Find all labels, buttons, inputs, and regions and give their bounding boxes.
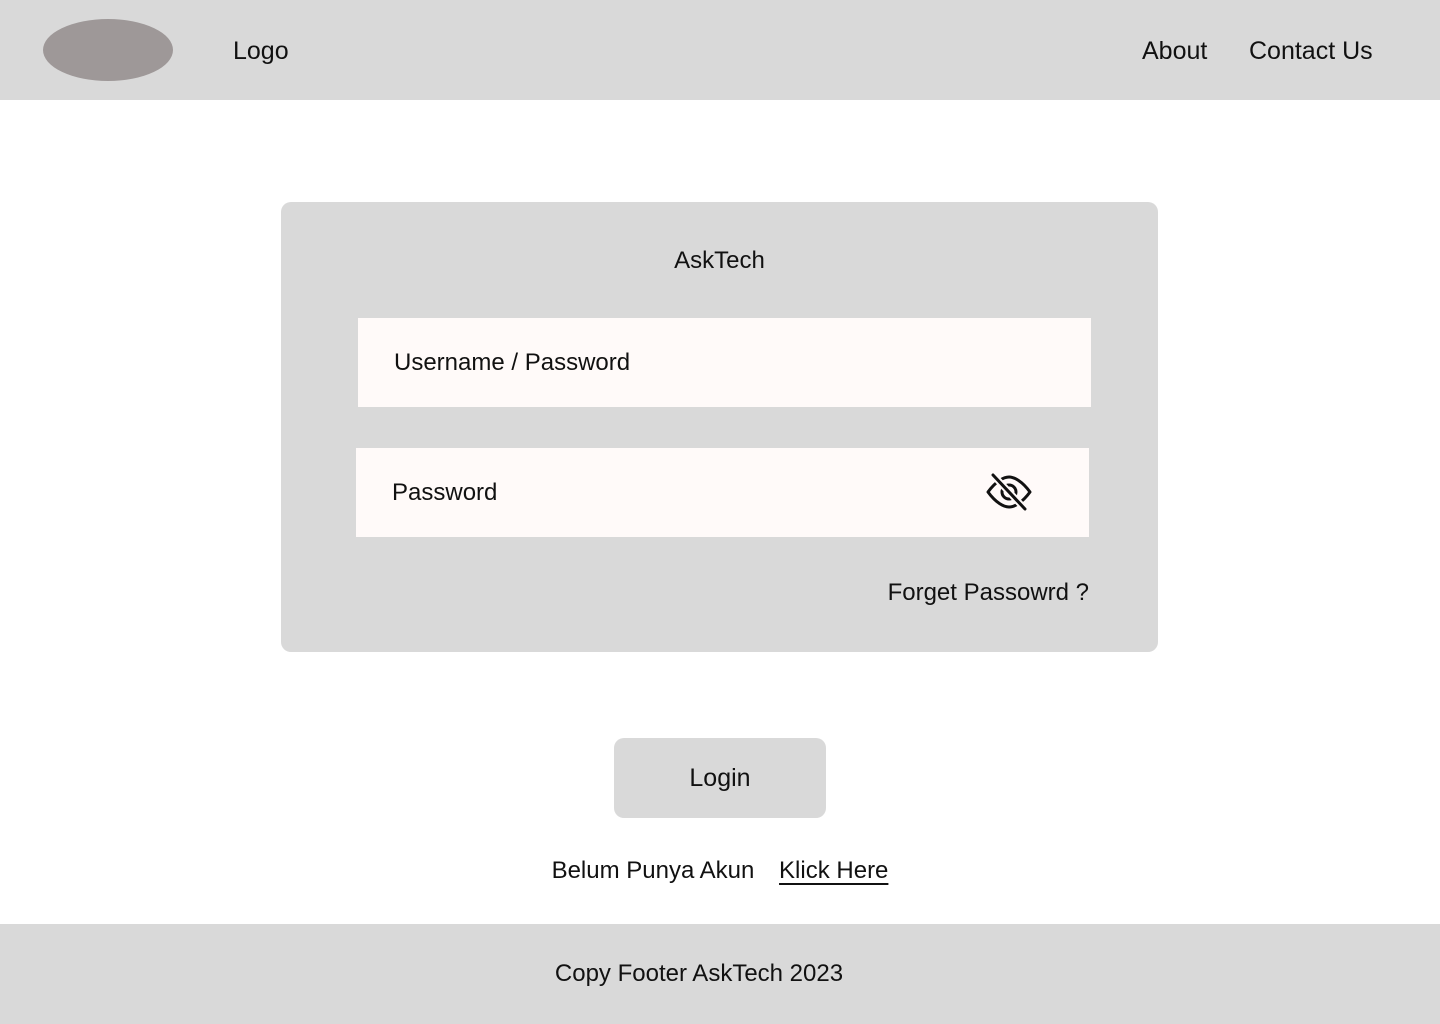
- register-text: Belum Punya Akun: [551, 857, 755, 884]
- nav-link-contact-us[interactable]: Contact Us: [1249, 36, 1373, 66]
- login-button[interactable]: Login: [614, 738, 826, 818]
- username-placeholder: Username / Password: [394, 349, 631, 376]
- login-card-title: AskTech: [674, 247, 765, 274]
- logo-image[interactable]: [43, 19, 173, 81]
- nav-link-about[interactable]: About: [1142, 36, 1207, 66]
- username-field[interactable]: Username / Password: [358, 318, 1091, 407]
- site-footer: Copy Footer AskTech 2023: [0, 924, 1440, 1024]
- password-field[interactable]: Password: [356, 448, 1089, 537]
- eye-off-icon[interactable]: [984, 470, 1034, 514]
- register-prompt: Belum Punya Akun Klick Here: [0, 856, 1440, 886]
- logo-text[interactable]: Logo: [233, 36, 289, 66]
- login-card: AskTech Username / Password Password For…: [281, 202, 1158, 652]
- register-link[interactable]: Klick Here: [779, 857, 888, 884]
- forgot-password-link[interactable]: Forget Passowrd ?: [888, 578, 1089, 608]
- footer-copyright: Copy Footer AskTech 2023: [554, 960, 844, 987]
- password-placeholder: Password: [392, 479, 498, 506]
- site-header: Logo About Contact Us: [0, 0, 1440, 100]
